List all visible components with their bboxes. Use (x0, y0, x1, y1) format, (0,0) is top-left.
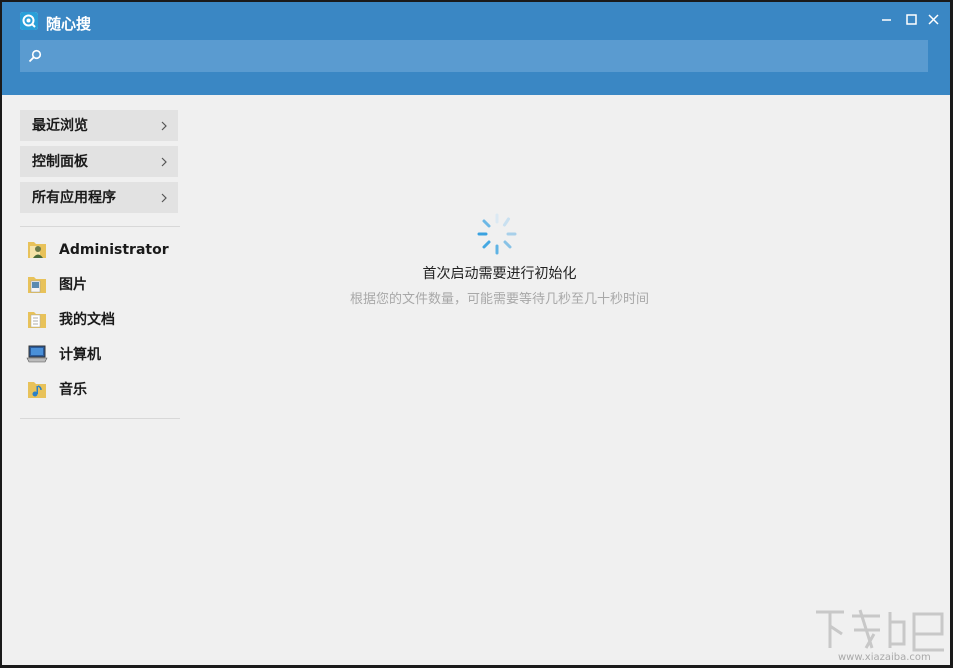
sidebar-item-all-apps[interactable]: 所有应用程序 (20, 182, 178, 213)
sidebar-item-control-panel[interactable]: 控制面板 (20, 146, 178, 177)
chevron-right-icon (161, 157, 167, 167)
sidebar-item-label: 所有应用程序 (32, 190, 116, 206)
maximize-icon[interactable] (903, 11, 921, 29)
place-documents[interactable]: 我的文档 (20, 305, 180, 340)
divider (20, 226, 180, 227)
place-label: 计算机 (59, 347, 101, 363)
init-title: 首次启动需要进行初始化 (422, 266, 577, 282)
app-window: 随心搜 最近浏览 控制面板 所有应用程序 Administrator 图片 我的… (2, 2, 950, 665)
minimize-icon[interactable] (878, 11, 896, 29)
search-input[interactable] (50, 40, 920, 72)
divider (20, 418, 180, 419)
user-folder-icon (28, 242, 46, 258)
chevron-right-icon (161, 121, 167, 131)
sidebar-item-label: 最近浏览 (32, 118, 88, 134)
search-app-icon (20, 12, 38, 30)
place-computer[interactable]: 计算机 (20, 340, 180, 375)
place-music[interactable]: 音乐 (20, 375, 180, 410)
documents-folder-icon (28, 312, 46, 328)
init-subtitle: 根据您的文件数量，可能需要等待几秒至几十秒时间 (349, 292, 649, 307)
search-icon (28, 49, 42, 63)
places-list: Administrator 图片 我的文档 计算机 音乐 (20, 235, 180, 410)
sidebar-item-recent[interactable]: 最近浏览 (20, 110, 178, 141)
music-folder-icon (28, 382, 46, 398)
place-label: 音乐 (59, 382, 87, 398)
loading-spinner-icon (477, 213, 517, 255)
chevron-right-icon (161, 193, 167, 203)
place-label: Administrator (59, 242, 169, 258)
sidebar-item-label: 控制面板 (32, 154, 88, 170)
search-bar[interactable] (20, 40, 928, 72)
computer-icon (26, 345, 48, 363)
watermark-text: www.xiazaiba.com (838, 652, 931, 663)
header: 随心搜 (2, 2, 950, 95)
app-title: 随心搜 (46, 15, 92, 33)
sidebar: 最近浏览 控制面板 所有应用程序 (20, 110, 180, 218)
close-icon[interactable] (925, 11, 943, 29)
